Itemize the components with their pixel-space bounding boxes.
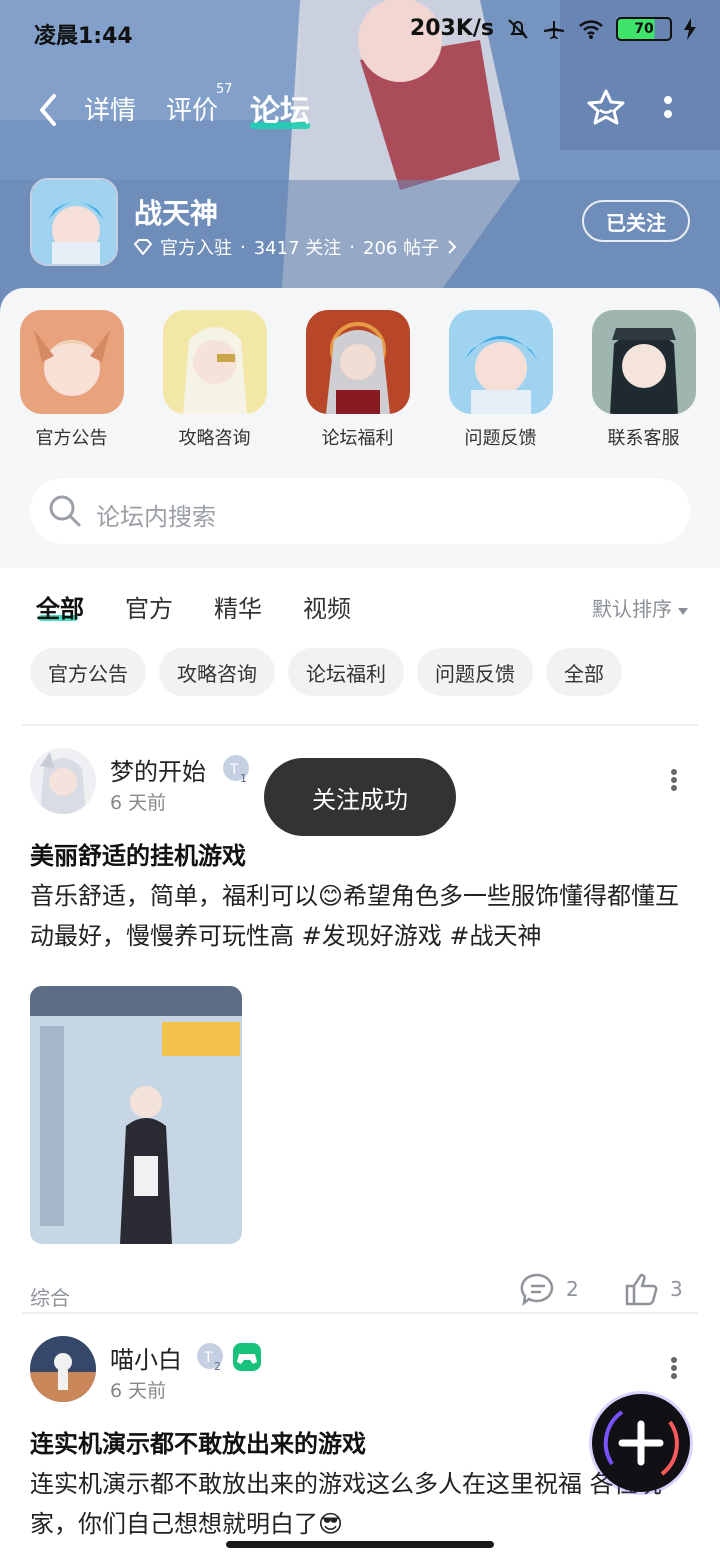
diamond-verified-icon xyxy=(134,239,152,255)
avatar[interactable] xyxy=(30,748,96,814)
svg-text:1: 1 xyxy=(240,772,247,784)
forum-meta[interactable]: 官方入驻 · 3417 关注 · 206 帖子 xyxy=(134,234,457,260)
chip-all[interactable]: 全部 xyxy=(546,648,622,696)
tab-reviews[interactable]: 评价 xyxy=(166,90,218,127)
post-count: 206 帖子 xyxy=(363,238,440,259)
tab-all[interactable]: 全部 xyxy=(36,589,84,624)
post-image[interactable] xyxy=(30,986,242,1244)
tab-forum[interactable]: 论坛 xyxy=(250,86,310,130)
divider xyxy=(22,1312,698,1314)
avatar[interactable] xyxy=(30,1336,96,1402)
divider xyxy=(22,724,698,726)
shortcut-row: 官方公告 攻略咨询 论坛福利 问题反馈 联系客服 xyxy=(0,310,720,450)
shortcut-thumbnail xyxy=(305,310,410,414)
comment-icon xyxy=(520,1273,554,1306)
battery-indicator: 70 xyxy=(616,16,672,41)
post-time: 6 天前 xyxy=(110,1380,167,1402)
shortcut-support[interactable]: 联系客服 xyxy=(572,310,715,450)
post-more-icon[interactable] xyxy=(670,768,678,792)
shortcut-announcements[interactable]: 官方公告 xyxy=(0,310,143,450)
like-action[interactable]: 3 xyxy=(624,1272,683,1306)
plus-icon xyxy=(603,1410,679,1476)
shortcut-thumbnail xyxy=(19,310,124,414)
post-body[interactable]: 音乐舒适，简单，福利可以😊希望角色多一些服饰懂得都懂互动最好，慢慢养可玩性高 #… xyxy=(30,876,690,956)
comment-action[interactable]: 2 xyxy=(520,1272,579,1306)
network-speed: 203K/s xyxy=(409,16,494,41)
status-bar: 凌晨1:44 203K/s 70 xyxy=(0,0,720,62)
chevron-right-icon xyxy=(448,240,457,254)
shortcut-thumbnail xyxy=(448,310,553,414)
status-time: 凌晨1:44 xyxy=(34,24,133,49)
caret-down-icon xyxy=(678,608,689,615)
tab-official[interactable]: 官方 xyxy=(125,589,173,624)
sort-dropdown[interactable]: 默认排序 xyxy=(592,593,689,622)
username[interactable]: 梦的开始 xyxy=(110,752,206,787)
like-count: 3 xyxy=(670,1277,683,1301)
forum-panel: 官方公告 攻略咨询 论坛福利 问题反馈 联系客服 论坛内搜索 xyxy=(0,288,720,568)
game-icon[interactable] xyxy=(30,178,118,266)
post-card[interactable]: 喵小白 T2 6 天前 连实机演示都不敢放出来的游戏 连实机演示都不敢放出来的游… xyxy=(30,1336,690,1538)
svg-text:T: T xyxy=(229,762,239,778)
post-title[interactable]: 连实机演示都不敢放出来的游戏 xyxy=(30,1424,366,1459)
chip-announcements[interactable]: 官方公告 xyxy=(30,648,146,696)
chip-guides[interactable]: 攻略咨询 xyxy=(159,648,275,696)
shortcut-feedback[interactable]: 问题反馈 xyxy=(429,310,572,450)
new-post-button[interactable] xyxy=(592,1394,690,1492)
mute-icon xyxy=(508,18,528,39)
follower-count: 3417 关注 xyxy=(253,238,342,259)
level-badge-icon: T2 xyxy=(197,1343,223,1372)
forum-search-input[interactable]: 论坛内搜索 xyxy=(30,478,690,544)
post-title[interactable]: 美丽舒适的挂机游戏 xyxy=(30,836,246,871)
post-body[interactable]: 连实机演示都不敢放出来的游戏这么多人在这里祝福 各位玩家，你们自己想想就明白了😎 xyxy=(30,1464,690,1544)
header-banner: 凌晨1:44 203K/s 70 详情 评价 57 论坛 战天神 官方入驻 · … xyxy=(0,0,720,320)
level-badge-icon: T1 xyxy=(223,755,249,784)
forum-header: 战天神 官方入驻 · 3417 关注 · 206 帖子 已关注 xyxy=(30,178,690,270)
charging-icon xyxy=(684,17,696,40)
favorite-star-icon[interactable] xyxy=(586,88,626,128)
home-indicator[interactable] xyxy=(226,1541,494,1548)
airplane-icon xyxy=(544,20,564,39)
tab-details[interactable]: 详情 xyxy=(84,90,136,127)
tab-video[interactable]: 视频 xyxy=(303,589,351,624)
shortcut-benefits[interactable]: 论坛福利 xyxy=(286,310,429,450)
shortcut-thumbnail xyxy=(591,310,696,414)
tab-featured[interactable]: 精华 xyxy=(214,589,262,624)
post-category[interactable]: 综合 xyxy=(30,1282,70,1311)
svg-text:2: 2 xyxy=(214,1360,221,1372)
more-menu-icon[interactable] xyxy=(660,92,676,128)
following-button[interactable]: 已关注 xyxy=(582,200,690,242)
username[interactable]: 喵小白 xyxy=(110,1340,182,1375)
forum-title: 战天神 xyxy=(134,197,219,230)
search-placeholder: 论坛内搜索 xyxy=(96,503,216,531)
comment-count: 2 xyxy=(566,1277,579,1301)
thumbs-up-icon xyxy=(625,1273,658,1306)
svg-text:T: T xyxy=(203,1350,213,1366)
post-more-icon[interactable] xyxy=(670,1356,678,1380)
chip-benefits[interactable]: 论坛福利 xyxy=(288,648,404,696)
wifi-icon xyxy=(579,19,603,39)
search-icon xyxy=(49,495,81,527)
shortcut-guides[interactable]: 攻略咨询 xyxy=(143,310,286,450)
shortcut-thumbnail xyxy=(162,310,267,414)
gamepad-badge-icon xyxy=(233,1343,261,1371)
filter-chips: 官方公告 攻略咨询 论坛福利 问题反馈 全部 xyxy=(30,648,622,696)
review-count-badge: 57 xyxy=(216,82,233,97)
toast-message: 关注成功 xyxy=(264,758,456,836)
back-arrow-icon[interactable] xyxy=(34,90,64,130)
chip-feedback[interactable]: 问题反馈 xyxy=(417,648,533,696)
official-label: 官方入驻 xyxy=(160,238,232,259)
top-nav: 详情 评价 57 论坛 xyxy=(0,80,720,140)
post-time: 6 天前 xyxy=(110,792,167,814)
category-tabs: 全部 官方 精华 视频 默认排序 xyxy=(0,585,720,635)
